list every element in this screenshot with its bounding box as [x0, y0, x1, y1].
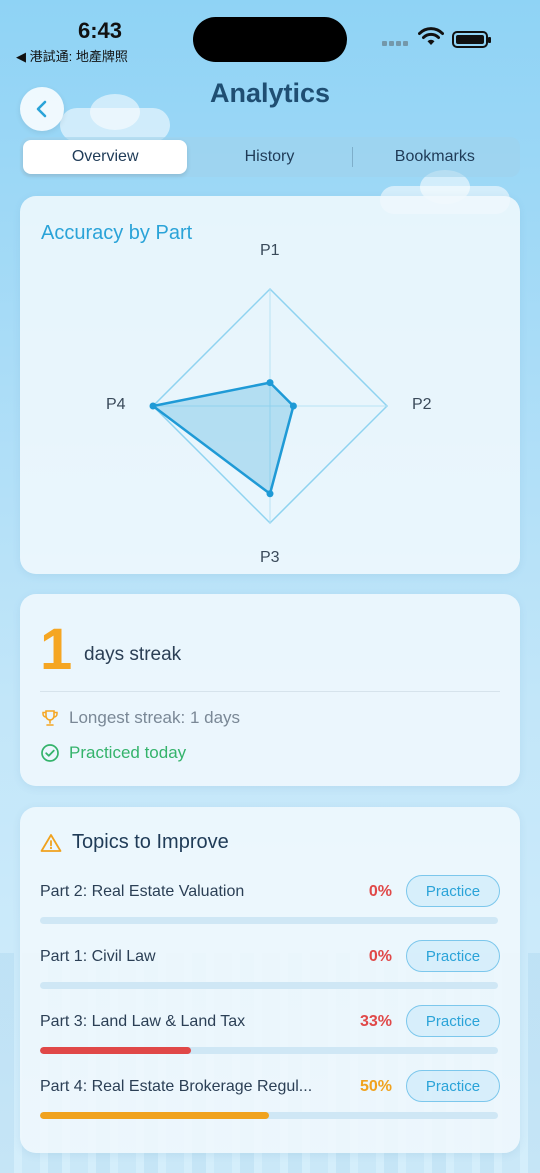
topic-progress-fill	[40, 1047, 192, 1054]
topic-name: Part 1: Civil Law	[40, 948, 156, 965]
radar-axis-label-p4: P4	[106, 396, 126, 413]
topic-row: Part 3: Land Law & Land Tax 33% Practice	[40, 1005, 500, 1061]
streak-count: 1	[40, 617, 73, 682]
streak-label: days streak	[84, 644, 182, 665]
topic-progress-track	[40, 1047, 498, 1054]
wifi-icon	[418, 27, 444, 45]
dynamic-island	[193, 17, 347, 62]
topic-progress-fill	[40, 1112, 269, 1119]
radar-data-point	[149, 402, 157, 410]
accuracy-card: Accuracy by Part P1 P2 P3 P4	[20, 196, 520, 574]
topics-header: Topics to Improve	[40, 831, 229, 854]
radar-axis-label-p3: P3	[260, 549, 280, 566]
signal-icon	[382, 38, 412, 46]
longest-streak-row: Longest streak: 1 days	[40, 708, 240, 728]
warning-triangle-icon	[40, 833, 62, 852]
practiced-today-text: Practiced today	[69, 743, 187, 762]
topic-progress-track	[40, 1112, 498, 1119]
topic-percent: 0%	[368, 883, 392, 900]
radar-data-point	[266, 490, 274, 498]
topic-row: Part 1: Civil Law 0% Practice	[40, 940, 500, 996]
topic-name: Part 4: Real Estate Brokerage Regul...	[40, 1078, 313, 1095]
topics-card: Topics to Improve Part 2: Real Estate Va…	[20, 807, 520, 1153]
check-circle-icon	[41, 744, 59, 762]
status-time: 6:43	[78, 18, 123, 43]
streak-card: 1 days streak Longest streak: 1 days Pra…	[20, 594, 520, 786]
practice-button[interactable]: Practice	[406, 940, 500, 972]
tab-overview[interactable]: Overview	[23, 140, 188, 174]
practiced-today-row: Practiced today	[40, 743, 186, 763]
topic-percent: 33%	[359, 1013, 392, 1030]
topic-row: Part 2: Real Estate Valuation 0% Practic…	[40, 875, 500, 931]
topic-name: Part 2: Real Estate Valuation	[40, 883, 245, 900]
divider	[40, 691, 500, 692]
topics-title: Topics to Improve	[72, 831, 229, 853]
practice-button[interactable]: Practice	[406, 875, 500, 907]
practice-button[interactable]: Practice	[406, 1070, 500, 1102]
tab-bookmarks[interactable]: Bookmarks	[353, 140, 517, 174]
tab-bar: Overview History Bookmarks	[20, 137, 520, 177]
page-title: Analytics	[209, 78, 331, 108]
radar-axis-label-p1: P1	[260, 242, 280, 259]
radar-data-point	[266, 379, 274, 387]
topic-row: Part 4: Real Estate Brokerage Regul... 5…	[40, 1070, 500, 1126]
topic-progress-track	[40, 917, 498, 924]
topic-name: Part 3: Land Law & Land Tax	[40, 1013, 246, 1030]
topic-percent: 0%	[368, 948, 392, 965]
tab-history[interactable]: History	[187, 140, 351, 174]
trophy-icon	[42, 710, 58, 726]
practice-button[interactable]: Practice	[406, 1005, 500, 1037]
back-to-app-link[interactable]: ◀ 港試通: 地產牌照	[16, 46, 128, 65]
topic-progress-track	[40, 982, 498, 989]
radar-data-point	[289, 402, 297, 410]
topic-percent: 50%	[359, 1078, 392, 1095]
battery-icon	[452, 31, 491, 48]
radar-axis-label-p2: P2	[412, 396, 432, 413]
status-bar: 6:43 ◀ 港試通: 地產牌照	[0, 0, 540, 70]
longest-streak-text: Longest streak: 1 days	[69, 708, 241, 727]
